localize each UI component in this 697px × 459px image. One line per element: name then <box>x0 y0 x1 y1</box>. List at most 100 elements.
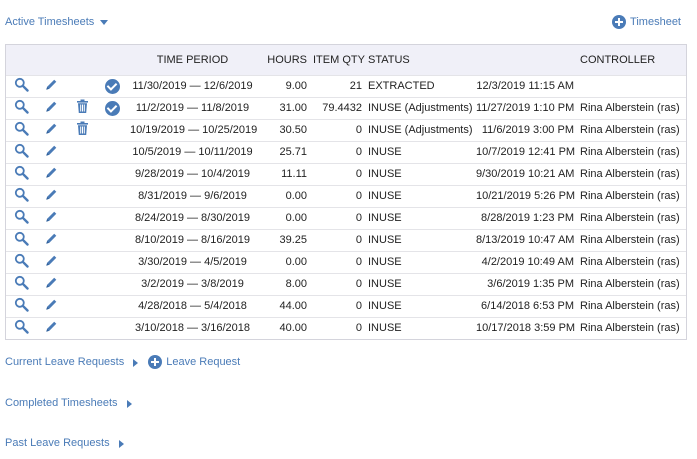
controller-cell: Rina Alberstein (ras) <box>580 168 680 180</box>
controller-cell: Rina Alberstein (ras) <box>580 102 680 114</box>
col-header-item-qty[interactable]: ITEM QTY <box>310 45 365 75</box>
active-timesheets-label: Active Timesheets <box>5 16 95 28</box>
status-date-cell: 11/6/2019 3:00 PM <box>481 124 574 136</box>
table-row: 9/28/2019 — 10/4/2019 11.11 0 INUSE 9/30/201… <box>6 163 686 185</box>
view-icon[interactable] <box>14 209 29 227</box>
table-row: 8/24/2019 — 8/30/2019 0.00 0 INUSE 8/28/2019… <box>6 207 686 229</box>
add-timesheet-button[interactable]: Timesheet <box>612 15 681 29</box>
plus-circle-icon <box>148 355 163 369</box>
controller-cell: Rina Alberstein (ras) <box>580 322 680 335</box>
status-cell: INUSE (Adjustments) <box>368 124 473 136</box>
past-leave-requests-section[interactable]: Past Leave Requests <box>5 437 124 449</box>
col-header-time-period[interactable]: TIME PERIOD <box>127 45 258 75</box>
status-date-cell: 8/13/2019 10:47 AM <box>476 234 575 246</box>
view-icon[interactable] <box>14 165 29 183</box>
table-row: 3/10/2018 — 3/16/2018 40.00 0 INUSE 10/17/20… <box>6 317 686 339</box>
view-icon[interactable] <box>14 253 29 271</box>
hours-cell: 9.00 <box>285 80 307 92</box>
completed-timesheets-section[interactable]: Completed Timesheets <box>5 397 132 409</box>
table-row: 10/19/2019 — 10/25/2019 30.50 0 INUSE (Adju… <box>6 119 686 141</box>
col-header-status[interactable]: STATUS <box>365 45 473 75</box>
edit-pencil-icon[interactable] <box>44 187 59 205</box>
col-header-hours[interactable]: HOURS <box>258 45 310 75</box>
hours-cell: 11.11 <box>281 168 307 180</box>
item-qty-cell: 0 <box>355 278 362 290</box>
status-date-cell: 12/3/2019 11:15 AM <box>476 80 574 92</box>
status-date-cell: 3/6/2019 1:35 PM <box>487 278 574 290</box>
edit-pencil-icon[interactable] <box>44 99 59 117</box>
view-icon[interactable] <box>14 231 29 249</box>
status-date-cell: 10/21/2019 5:26 PM <box>476 190 576 202</box>
plus-circle-icon <box>612 15 627 29</box>
chevron-right-icon <box>118 439 124 448</box>
time-period-cell: 3/10/2018 — 3/16/2018 <box>135 322 250 335</box>
status-date-cell: 8/28/2019 1:23 PM <box>481 212 574 224</box>
hours-cell: 39.25 <box>279 234 307 246</box>
time-period-cell: 8/24/2019 — 8/30/2019 <box>135 212 250 224</box>
view-icon[interactable] <box>14 99 29 117</box>
add-leave-request-button[interactable]: Leave Request <box>148 355 240 369</box>
status-cell: INUSE (Adjustments) <box>368 102 473 114</box>
status-date-cell: 6/14/2018 6:53 PM <box>481 300 574 312</box>
edit-pencil-icon[interactable] <box>44 275 59 293</box>
view-icon[interactable] <box>14 187 29 205</box>
time-period-cell: 3/30/2019 — 4/5/2019 <box>138 256 247 268</box>
current-leave-requests-section: Current Leave Requests Leave Request <box>5 355 240 369</box>
current-leave-requests-link[interactable]: Current Leave Requests <box>5 356 124 368</box>
edit-pencil-icon[interactable] <box>44 143 59 161</box>
item-qty-cell: 0 <box>355 146 362 158</box>
status-cell: INUSE <box>368 322 402 335</box>
time-period-cell: 11/2/2019 — 11/8/2019 <box>135 102 250 114</box>
view-icon[interactable] <box>14 77 29 95</box>
chevron-right-icon <box>126 399 132 408</box>
controller-cell <box>577 75 686 97</box>
item-qty-cell: 0 <box>355 300 362 312</box>
table-row: 3/30/2019 — 4/5/2019 0.00 0 INUSE 4/2/2019 1… <box>6 251 686 273</box>
item-qty-cell: 79.4432 <box>322 102 362 114</box>
item-qty-cell: 0 <box>355 234 362 246</box>
status-cell: INUSE <box>368 190 402 202</box>
edit-pencil-icon[interactable] <box>44 121 59 139</box>
view-icon[interactable] <box>14 297 29 315</box>
delete-trash-icon[interactable] <box>76 121 89 139</box>
check-circle-icon <box>104 100 120 116</box>
table-header-row: TIME PERIOD HOURS ITEM QTY STATUS CONTRO… <box>6 45 686 75</box>
hours-cell: 0.00 <box>285 190 307 202</box>
edit-pencil-icon[interactable] <box>44 231 59 249</box>
time-period-cell: 9/28/2019 — 10/4/2019 <box>135 168 250 180</box>
view-icon[interactable] <box>14 275 29 293</box>
past-leave-requests-link[interactable]: Past Leave Requests <box>5 437 110 449</box>
status-cell: INUSE <box>368 256 402 268</box>
status-date-cell: 9/30/2019 10:21 AM <box>476 168 575 180</box>
view-icon[interactable] <box>14 143 29 161</box>
hours-cell: 25.71 <box>279 146 307 158</box>
timesheets-table: TIME PERIOD HOURS ITEM QTY STATUS CONTRO… <box>5 44 687 340</box>
controller-cell: Rina Alberstein (ras) <box>580 256 680 268</box>
time-period-cell: 3/2/2019 — 3/8/2019 <box>141 278 244 290</box>
table-row: 10/5/2019 — 10/11/2019 25.71 0 INUSE 10/7/20… <box>6 141 686 163</box>
table-row: 4/28/2018 — 5/4/2018 44.00 0 INUSE 6/14/2018… <box>6 295 686 317</box>
item-qty-cell: 0 <box>355 322 362 335</box>
edit-pencil-icon[interactable] <box>44 165 59 183</box>
status-cell: INUSE <box>368 300 402 312</box>
edit-pencil-icon[interactable] <box>44 209 59 227</box>
edit-pencil-icon[interactable] <box>44 297 59 315</box>
edit-pencil-icon[interactable] <box>44 77 59 95</box>
edit-pencil-icon[interactable] <box>44 253 59 271</box>
col-header-controller[interactable]: CONTROLLER <box>577 45 686 75</box>
status-cell: INUSE <box>368 278 402 290</box>
hours-cell: 44.00 <box>279 300 307 312</box>
chevron-right-icon[interactable] <box>133 358 139 367</box>
item-qty-cell: 0 <box>355 190 362 202</box>
item-qty-cell: 0 <box>355 124 362 136</box>
completed-timesheets-link[interactable]: Completed Timesheets <box>5 397 118 409</box>
view-icon[interactable] <box>14 319 29 337</box>
edit-pencil-icon[interactable] <box>44 319 59 337</box>
controller-cell: Rina Alberstein (ras) <box>580 146 680 158</box>
status-cell: INUSE <box>368 146 402 158</box>
add-timesheet-label: Timesheet <box>630 16 681 28</box>
active-timesheets-toggle[interactable]: Active Timesheets <box>5 16 109 28</box>
delete-trash-icon[interactable] <box>76 99 89 117</box>
time-period-cell: 10/5/2019 — 10/11/2019 <box>132 146 253 158</box>
view-icon[interactable] <box>14 121 29 139</box>
